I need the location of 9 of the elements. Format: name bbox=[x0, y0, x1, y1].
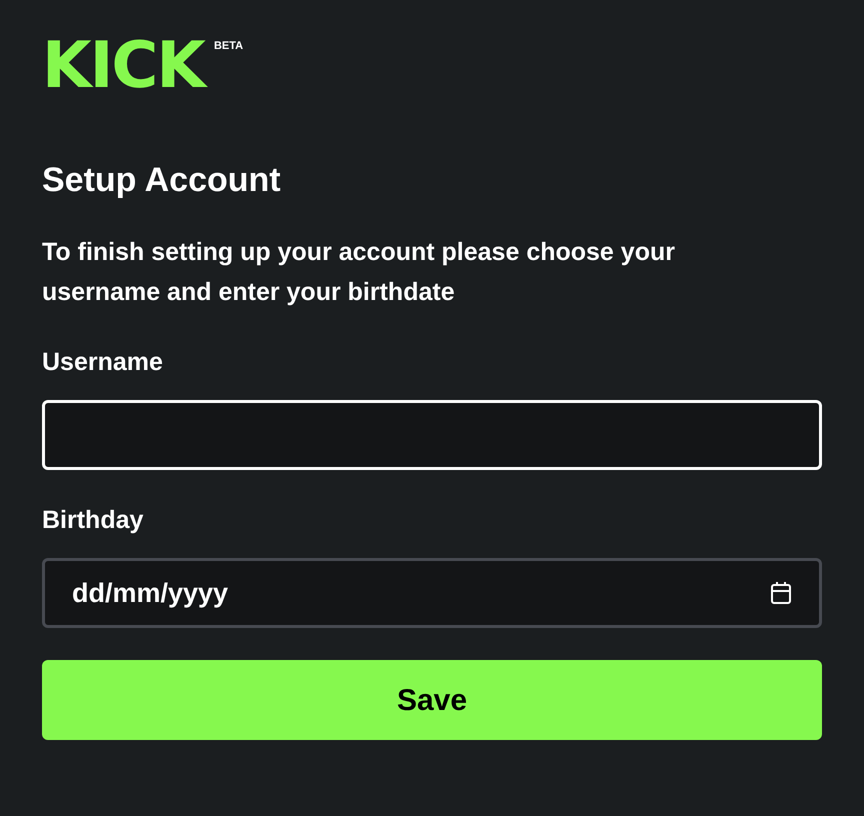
date-field[interactable]: dd/mm/yyyy bbox=[42, 558, 822, 628]
page-title: Setup Account bbox=[42, 160, 282, 201]
beta-label: BETA bbox=[214, 39, 244, 54]
field-label: Birthday bbox=[42, 505, 144, 536]
calendar-icon[interactable] bbox=[770, 581, 792, 605]
field-label: Username bbox=[42, 347, 164, 378]
input-field[interactable] bbox=[42, 400, 822, 470]
description: To finish setting up your account please choose your username and enter your birthdate bbox=[42, 237, 676, 308]
save-button[interactable]: Save bbox=[42, 660, 822, 740]
